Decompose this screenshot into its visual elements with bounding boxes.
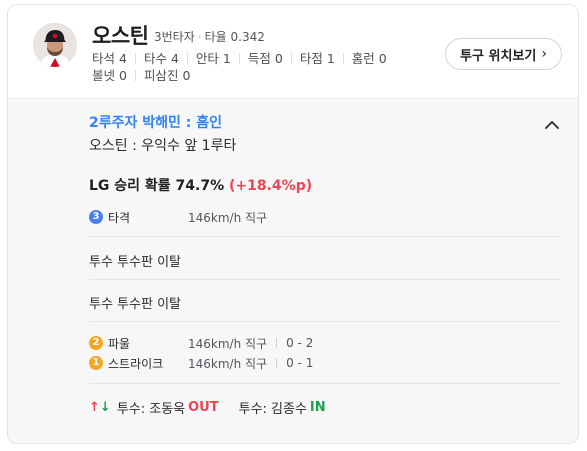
pitch-location-button[interactable]: 투구 위치보기 › (445, 38, 562, 70)
stat-ab: 타수 4 (143, 51, 179, 66)
stat-hits: 안타 1 (195, 51, 231, 66)
player-avatar (33, 23, 77, 67)
stat-divider (134, 53, 136, 64)
pitcher-change: ↑ ↓ 투수: 조동욱 OUT 투수: 김종수 IN (89, 398, 326, 417)
pitch-number-badge: 1 (89, 356, 103, 370)
arrow-up-icon: ↑ (89, 400, 100, 415)
stat-hr: 홈런 0 (351, 51, 387, 66)
divider (89, 236, 561, 237)
stat-bb: 볼넷 0 (92, 68, 127, 83)
pitch-event-row: 3 타격 146km/h 직구 (89, 208, 267, 226)
pitch-number-badge: 3 (89, 210, 103, 224)
stat-divider (186, 53, 188, 64)
player-name: 오스틴 (92, 24, 149, 48)
divider (89, 383, 561, 384)
chevron-up-icon[interactable] (544, 119, 560, 131)
avg-value: 0.342 (230, 30, 265, 44)
incoming-pitcher: 투수: 김종수 (238, 402, 307, 417)
stat-runs: 득점 0 (247, 51, 283, 66)
pitch-number-badge: 2 (89, 336, 103, 350)
count-divider (276, 338, 278, 348)
pitch-location-label: 투구 위치보기 (460, 48, 537, 64)
out-label: OUT (188, 400, 219, 415)
chevron-right-icon: › (541, 46, 547, 62)
stat-divider (238, 53, 240, 64)
in-label: IN (309, 400, 326, 415)
pitch-speed-type: 146km/h 직구 (188, 356, 268, 371)
ball-strike-count: 0 - 2 (286, 336, 314, 350)
stat-divider (290, 53, 292, 64)
pitch-result: 파울 (108, 336, 131, 351)
stat-divider (342, 53, 344, 64)
stat-so: 피삼진 0 (143, 68, 191, 83)
player-header: 오스틴 3번타자 · 타율 0.342 타석 4 타수 4 안타 1 득점 0 타점 1 홈런… (8, 5, 578, 99)
play-title: 2루주자 박해민 : 홈인 (89, 115, 223, 131)
pitch-speed-type: 146km/h 직구 (188, 210, 268, 225)
win-probability: LG 승리 확률 74.7% (+18.4%p) (89, 175, 312, 195)
pitch-event-row: 1 스트라이크 146km/h 직구 0 - 1 (89, 354, 313, 372)
pitch-speed-type: 146km/h 직구 (188, 336, 268, 351)
batting-order: 3번타자 (154, 30, 195, 44)
play-description: 오스틴 : 우익수 앞 1루타 (89, 138, 237, 154)
dot-separator: · (197, 30, 202, 44)
stat-rbi: 타점 1 (299, 51, 335, 66)
player-meta: 3번타자 · 타율 0.342 (154, 28, 265, 45)
pitch-event-row: 2 파울 146km/h 직구 0 - 2 (89, 334, 313, 352)
win-probability-text: LG 승리 확률 74.7% (89, 178, 225, 194)
divider (89, 321, 561, 322)
pitch-result: 타격 (108, 210, 131, 225)
ball-strike-count: 0 - 1 (286, 356, 314, 370)
stat-pa: 타석 4 (92, 51, 127, 66)
count-divider (276, 358, 278, 368)
outgoing-pitcher: 투수: 조동욱 (116, 402, 186, 417)
player-event-card: 오스틴 3번타자 · 타율 0.342 타석 4 타수 4 안타 1 득점 0 타점 1 홈런… (7, 4, 579, 444)
play-detail-panel: 2루주자 박해민 : 홈인 오스틴 : 우익수 앞 1루타 LG 승리 확률 7… (8, 99, 578, 443)
arrow-down-icon: ↓ (99, 400, 111, 415)
pitch-result: 스트라이크 (108, 356, 164, 371)
win-probability-delta: (+18.4%p) (229, 178, 313, 194)
player-stats: 타석 4 타수 4 안타 1 득점 0 타점 1 홈런 0 볼넷 0 피삼진 0 (92, 50, 422, 84)
stat-divider (134, 70, 136, 81)
divider (89, 279, 561, 280)
event-note: 투수 투수판 이탈 (89, 255, 181, 270)
event-note: 투수 투수판 이탈 (89, 297, 181, 312)
avg-label: 타율 (204, 30, 227, 44)
